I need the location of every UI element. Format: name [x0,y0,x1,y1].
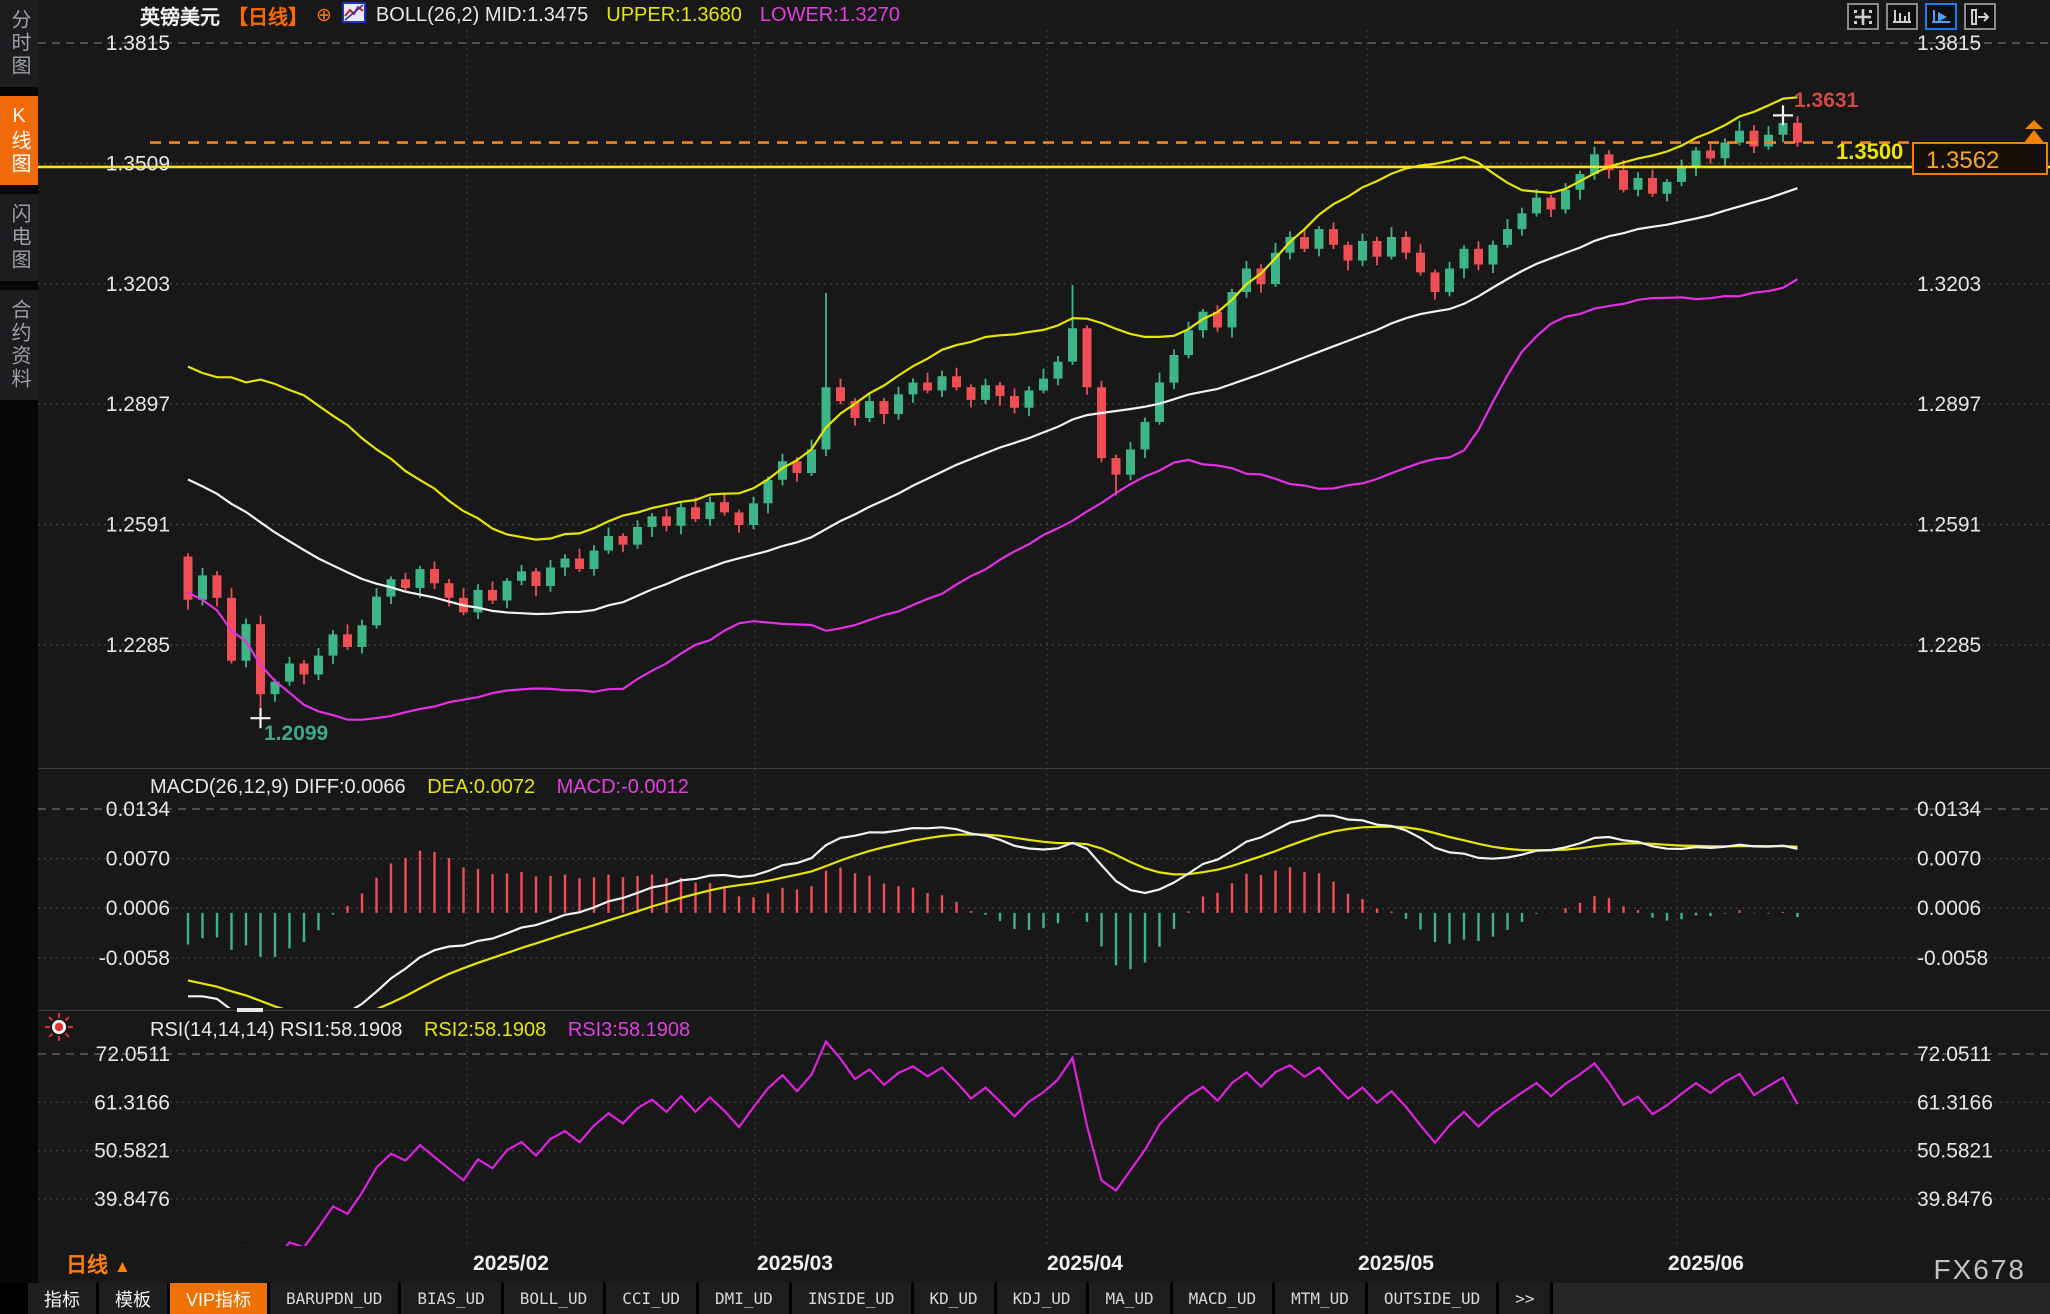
rsi3-label: RSI3:58.1908 [567,1019,691,1041]
mini-chart-icon[interactable] [341,1,366,29]
boll-value-label: BOLL(26,2) MID:1.3475 [375,3,589,26]
y-axis-label-right: 61.3166 [1917,1091,1993,1114]
tab-kdj_ud[interactable]: KDJ_UD [996,1283,1087,1314]
grid-layout-icon[interactable] [1847,3,1879,30]
tab-[interactable]: 指标 [28,1283,96,1314]
manual-line-price-label: 1.3500 [1836,139,1904,164]
rsi2-label: RSI2:58.1908 [423,1019,547,1041]
macd-params-label: MACD(26,12,9) DIFF:0.0066 [150,776,406,798]
tab-cci_ud[interactable]: CCI_UD [606,1283,697,1314]
rsi1-label: RSI(14,14,14) RSI1:58.1908 [150,1019,403,1041]
tab-kd_ud[interactable]: KD_UD [913,1283,994,1314]
y-axis-label-left: 1.3203 [106,273,170,296]
y-axis-label-left: 0.0070 [106,848,170,871]
triangle-up-icon: ▲ [114,1257,131,1276]
tab-barupdn_ud[interactable]: BARUPDN_UD [270,1283,399,1314]
y-axis-label-right: 1.2897 [1917,393,1981,416]
x-axis-month-label: 2025/04 [1047,1252,1123,1275]
y-axis-label-right: 0.0070 [1917,848,1981,871]
macd-hist-label: MACD:-0.0012 [556,776,689,798]
y-axis-label-right: 0.0134 [1917,798,1982,821]
y-axis-label-right: 1.2285 [1917,634,1981,657]
crosshair-circle-icon[interactable]: ⊕ [316,4,332,27]
axis-bars-icon[interactable] [1886,3,1918,30]
panel-resize-handle[interactable] [237,1008,263,1012]
y-axis-label-right: -0.0058 [1917,947,1988,970]
macd-histogram [186,850,1799,970]
tab-inside_ud[interactable]: INSIDE_UD [791,1283,911,1314]
tab-mtm_ud[interactable]: MTM_UD [1275,1283,1365,1314]
y-axis-label-left: 50.5821 [94,1140,170,1163]
y-axis-label-right: 1.2591 [1917,514,1981,537]
chart-toolbar [1847,3,1996,30]
macd-dea-label: DEA:0.0072 [427,776,536,798]
tab-vip[interactable]: VIP指标 [170,1283,268,1314]
y-axis-label-left: 1.2285 [106,634,170,657]
tab-ma_ud[interactable]: MA_UD [1089,1283,1170,1314]
macd-lines [187,814,1798,1008]
rsi-line [245,1039,1799,1246]
tab-dmi_ud[interactable]: DMI_UD [699,1283,789,1314]
axis-shift-icon[interactable] [1964,3,1996,30]
tab-boll_ud[interactable]: BOLL_UD [503,1283,604,1314]
y-axis-label-left: 0.0006 [106,897,170,920]
y-axis-label-left: -0.0058 [99,947,170,970]
tab-[interactable]: 模板 [99,1283,167,1314]
y-axis-label-left: 39.8476 [94,1188,170,1211]
tab-macd_ud[interactable]: MACD_UD [1172,1283,1273,1314]
alarm-sun-icon[interactable] [44,1012,74,1047]
period-low-label: 1.2099 [264,722,329,745]
y-axis-label-right: 1.3815 [1917,32,1981,55]
y-axis-label-right: 72.0511 [1917,1043,1991,1066]
y-axis-label-left: 1.3509 [106,152,170,175]
x-axis-month-label: 2025/06 [1668,1252,1744,1275]
period-tag[interactable]: 【日线】 [228,1,308,30]
tab-outside_ud[interactable]: OUTSIDE_UD [1367,1283,1497,1314]
y-axis-label-left: 0.0134 [106,798,171,821]
macd-header: MACD(26,12,9) DIFF:0.0066 DEA:0.0072 MAC… [150,776,689,799]
rsi-header: RSI(14,14,14) RSI1:58.1908 RSI2:58.1908 … [150,1019,690,1042]
y-axis-label-left: 1.2591 [106,514,170,537]
gridlines [38,30,2050,1246]
tabbar-filler [1553,1283,2050,1314]
y-axis-label-left: 61.3166 [94,1091,170,1114]
chart-canvas[interactable]: 1.3815 1.3815 1.3509 1.3203 1.3203 1.2897 1.28… [0,0,2050,1314]
y-axis-label-left: 1.3815 [106,32,170,55]
tab-bias_ud[interactable]: BIAS_UD [401,1283,501,1314]
boll-upper-label: UPPER:1.3680 [606,3,742,26]
y-axis-label-right: 50.5821 [1917,1140,1993,1163]
timeframe-selector[interactable]: 日线 ▲ [66,1249,131,1279]
x-axis-month-label: 2025/03 [757,1252,833,1275]
x-axis-month-label: 2025/02 [473,1252,549,1275]
boll-lower-label: LOWER:1.3270 [759,3,900,26]
y-axis-label-left: 1.2897 [106,393,170,416]
tab->>[interactable]: >> [1499,1283,1551,1314]
period-high-label: 1.3631 [1794,89,1859,112]
axis-play-icon[interactable] [1925,3,1957,30]
scroll-latest-arrow-icon[interactable] [2020,118,2048,153]
app-window: 分时图 K线图 闪电图 合约资料 英镑美元 【日线】 ⊕ BOLL(26,2) MID… [0,0,2050,1314]
indicator-tabbar: 指标 模板 VIP指标 BARUPDN_UD BIAS_UD BOLL_UD CCI_UD D… [0,1283,2050,1314]
y-axis-label-right: 1.3203 [1917,273,1981,296]
brand-watermark: FX678 [1933,1254,2026,1285]
candlestick-series [183,115,1802,719]
chart-header: 英镑美元 【日线】 ⊕ BOLL(26,2) MID:1.3475 UPPER:… [140,1,900,30]
y-axis-label-right: 0.0006 [1917,897,1981,920]
x-axis-month-label: 2025/05 [1358,1252,1434,1275]
boll-bands [187,96,1799,721]
symbol-name: 英镑美元 [140,6,220,29]
y-axis-label-right: 39.8476 [1917,1188,1993,1211]
y-axis-label-left: 72.0511 [96,1043,170,1066]
